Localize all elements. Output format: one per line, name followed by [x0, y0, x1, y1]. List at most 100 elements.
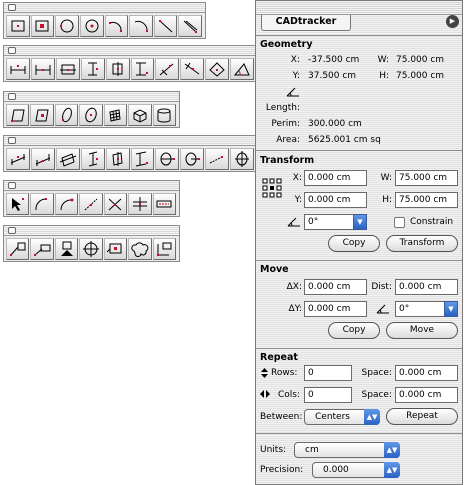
close-box-icon[interactable]	[8, 4, 16, 11]
iso-v-end-tool-button[interactable]	[130, 148, 155, 170]
panel-menu-icon[interactable]: ▶	[446, 15, 459, 28]
arc-point-tool-button[interactable]	[54, 193, 79, 215]
iso-h-dim-tool-button[interactable]	[6, 148, 30, 170]
transform-button[interactable]: Transform	[386, 235, 458, 252]
cols-label: Cols:	[278, 390, 301, 400]
palette-3d-shapes	[3, 91, 180, 128]
diameter-dim-tool-button[interactable]	[155, 148, 180, 170]
radius-dim-icon	[185, 152, 201, 166]
rows-space-field[interactable]: 0.000 cm	[395, 365, 458, 381]
v-dim-end-tool-button[interactable]	[130, 58, 155, 80]
transform-section: Transform X: 0.000 cm W: 75.000 cm Y: 0.…	[256, 150, 462, 260]
hatched-line-tool-button[interactable]	[178, 15, 202, 37]
cube-tool-button[interactable]	[128, 104, 152, 126]
arc-end-tool-button[interactable]	[129, 15, 153, 37]
close-box-icon[interactable]	[8, 137, 16, 144]
direct-select-icon	[11, 198, 24, 211]
move-dy-field[interactable]: 0.000 cm	[304, 301, 367, 317]
label-line-tool-button[interactable]	[30, 238, 54, 260]
move-dx-field[interactable]: 0.000 cm	[304, 279, 367, 295]
balloon-label-icon	[107, 243, 122, 254]
leader-label-tool-button[interactable]	[6, 238, 30, 260]
iso-box-dim-tool-button[interactable]	[55, 148, 80, 170]
palette-title-bar[interactable]	[4, 92, 179, 102]
direct-select-tool-button[interactable]	[6, 193, 30, 215]
transform-x-field[interactable]: 0.000 cm	[304, 170, 367, 186]
iso-v-mid-tool-button[interactable]	[105, 148, 130, 170]
h-dim-mid-tool-button[interactable]	[30, 58, 55, 80]
datum-tool-button[interactable]	[54, 238, 79, 260]
move-dist-label: Dist:	[371, 282, 392, 292]
cols-space-field[interactable]: 0.000 cm	[395, 387, 458, 403]
panel-title-bar[interactable]	[256, 1, 462, 15]
radius-dim-tool-button[interactable]	[180, 148, 205, 170]
constrain-checkbox[interactable]	[394, 217, 405, 228]
parallelogram-center-tool-button[interactable]	[30, 104, 54, 126]
units-select[interactable]: cm ▲▼	[294, 442, 400, 458]
move-angle-field[interactable]: 0°	[395, 301, 445, 317]
break-tool-button[interactable]	[128, 193, 152, 215]
close-box-icon[interactable]	[8, 47, 16, 54]
leader-dim-tool-button[interactable]	[205, 148, 230, 170]
repeat-button[interactable]: Repeat	[386, 408, 458, 425]
h-dim-tool-button[interactable]	[6, 58, 30, 80]
arc-tool-button[interactable]	[104, 15, 129, 37]
callout-tool-button[interactable]	[152, 238, 176, 260]
parallelogram-tool-button[interactable]	[6, 104, 30, 126]
palette-title-bar[interactable]	[4, 136, 257, 146]
transform-angle-dropdown-icon[interactable]: ▼	[353, 214, 367, 230]
cols-field[interactable]: 0	[304, 387, 352, 403]
balloon-label-tool-button[interactable]	[103, 238, 128, 260]
cylinder-tool-button[interactable]	[152, 104, 176, 126]
diameter-dim-icon	[160, 152, 176, 166]
palette-title-bar[interactable]	[4, 3, 205, 13]
between-select[interactable]: Centers ▲▼	[304, 409, 380, 425]
center-circle-tool-button[interactable]	[79, 15, 104, 37]
target-tool-button[interactable]	[79, 238, 103, 260]
close-box-icon[interactable]	[8, 227, 16, 234]
transform-angle-field[interactable]: 0°	[304, 214, 354, 230]
circle-tool-button[interactable]	[55, 15, 79, 37]
angle-dim-tool-button[interactable]	[230, 58, 255, 80]
move-dist-field[interactable]: 0.000 cm	[395, 279, 458, 295]
move-angle-dropdown-icon[interactable]: ▼	[444, 301, 458, 317]
rectangle-tool-button[interactable]	[6, 15, 30, 37]
h-dim-icon	[10, 65, 26, 74]
grid-3d-tool-button[interactable]	[103, 104, 128, 126]
palette-title-bar[interactable]	[4, 181, 179, 191]
line-tool-button[interactable]	[153, 15, 178, 37]
angled-dim-tool-button[interactable]	[155, 58, 180, 80]
transform-copy-button[interactable]: Copy	[328, 235, 380, 252]
close-box-icon[interactable]	[8, 182, 16, 189]
v-dim-box-tool-button[interactable]	[105, 58, 130, 80]
transform-y-field[interactable]: 0.000 cm	[304, 192, 367, 208]
h-dim-box-tool-button[interactable]	[55, 58, 80, 80]
cloud-tool-button[interactable]	[128, 238, 152, 260]
precision-select[interactable]: 0.000 ▲▼	[312, 462, 400, 478]
section-title: Move	[260, 264, 289, 275]
ellipse-center-3d-tool-button[interactable]	[79, 104, 103, 126]
center-rectangle-tool-button[interactable]	[30, 15, 55, 37]
palette-title-bar[interactable]	[4, 226, 179, 236]
angled-dim-2-tool-button[interactable]	[180, 58, 205, 80]
rows-field[interactable]: 0	[304, 365, 352, 381]
arc-select-tool-button[interactable]	[30, 193, 54, 215]
panel-tab[interactable]: CADtracker	[261, 15, 351, 31]
reference-point-icon[interactable]	[262, 178, 282, 198]
palette-title-bar[interactable]	[4, 46, 257, 56]
transform-w-field[interactable]: 75.000 cm	[395, 170, 458, 186]
center-mark-tool-button[interactable]	[230, 148, 255, 170]
precision-select-value: 0.000	[323, 465, 349, 475]
iso-v-dim-tool-button[interactable]	[80, 148, 105, 170]
move-copy-button[interactable]: Copy	[328, 322, 380, 339]
iso-h-dim-mid-tool-button[interactable]	[30, 148, 55, 170]
line-point-tool-button[interactable]	[79, 193, 103, 215]
v-dim-tool-button[interactable]	[80, 58, 105, 80]
dash-tool-button[interactable]	[152, 193, 176, 215]
transform-h-field[interactable]: 75.000 cm	[395, 192, 458, 208]
move-button[interactable]: Move	[386, 322, 458, 339]
ellipse-3d-tool-button[interactable]	[54, 104, 79, 126]
close-box-icon[interactable]	[8, 93, 16, 100]
angled-dim-3-tool-button[interactable]	[205, 58, 230, 80]
crossing-tool-button[interactable]	[103, 193, 128, 215]
